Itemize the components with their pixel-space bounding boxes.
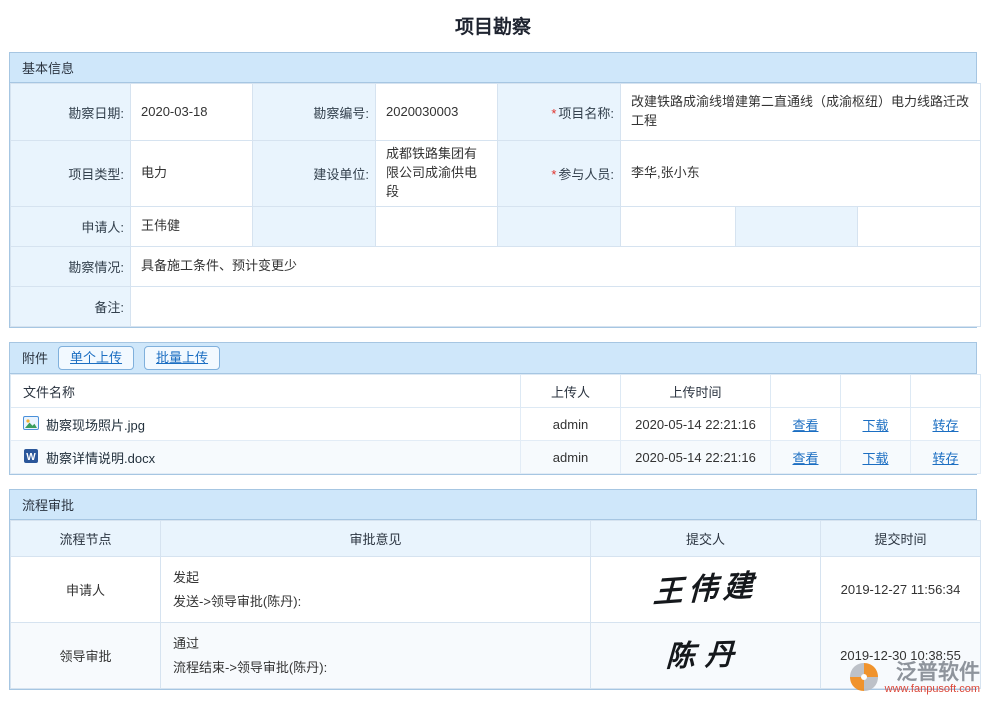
survey-no-label: 勘察编号: bbox=[253, 84, 376, 141]
node-cell: 申请人 bbox=[11, 557, 161, 623]
page-title: 项目勘察 bbox=[9, 0, 977, 52]
col-upload-time: 上传时间 bbox=[621, 375, 771, 408]
opinion-cell: 发起 发送->领导审批(陈丹): bbox=[161, 557, 591, 623]
col-opinion: 审批意见 bbox=[161, 521, 591, 557]
col-action-2 bbox=[841, 375, 911, 408]
empty-label-cell bbox=[736, 206, 858, 246]
transfer-link[interactable]: 转存 bbox=[932, 418, 958, 433]
basic-info-table: 勘察日期: 2020-03-18 勘察编号: 2020030003 *项目名称:… bbox=[10, 83, 981, 327]
empty-label-cell bbox=[498, 206, 621, 246]
col-action-3 bbox=[911, 375, 981, 408]
build-unit-value: 成都铁路集团有限公司成渝供电段 bbox=[376, 141, 498, 207]
submit-time-cell: 2019-12-30 10:38:55 bbox=[821, 623, 981, 689]
empty-label-cell bbox=[253, 206, 376, 246]
survey-no-value: 2020030003 bbox=[376, 84, 498, 141]
empty-value-cell bbox=[376, 206, 498, 246]
build-unit-label: 建设单位: bbox=[253, 141, 376, 207]
survey-date-label: 勘察日期: bbox=[11, 84, 131, 141]
project-survey-page: 项目勘察 基本信息 勘察日期: 2020-03-18 勘察编号: 2020030… bbox=[0, 0, 986, 702]
project-name-label: *项目名称: bbox=[498, 84, 621, 141]
word-file-icon: W bbox=[23, 448, 39, 467]
download-link[interactable]: 下载 bbox=[862, 451, 888, 466]
node-cell: 领导审批 bbox=[11, 623, 161, 689]
survey-date-value: 2020-03-18 bbox=[131, 84, 253, 141]
download-link[interactable]: 下载 bbox=[862, 418, 888, 433]
remark-value bbox=[131, 286, 981, 326]
col-file-name: 文件名称 bbox=[11, 375, 521, 408]
basic-info-panel: 基本信息 勘察日期: 2020-03-18 勘察编号: 2020030003 *… bbox=[9, 52, 977, 328]
approval-header: 流程审批 bbox=[10, 490, 976, 520]
opinion-line2: 发送->领导审批(陈丹): bbox=[173, 594, 578, 610]
empty-value-cell bbox=[621, 206, 736, 246]
attachment-row: 勘察现场照片.jpg admin 2020-05-14 22:21:16 查看 … bbox=[11, 408, 981, 441]
participants-label: *参与人员: bbox=[498, 141, 621, 207]
view-link[interactable]: 查看 bbox=[792, 451, 818, 466]
file-name[interactable]: 勘察详情说明.docx bbox=[46, 448, 155, 467]
approval-title: 流程审批 bbox=[22, 495, 74, 514]
view-link[interactable]: 查看 bbox=[792, 418, 818, 433]
applicant-value: 王伟健 bbox=[131, 206, 253, 246]
approval-row: 申请人 发起 发送->领导审批(陈丹): 王伟建 2019-12-27 11:5… bbox=[11, 557, 981, 623]
empty-value-cell bbox=[858, 206, 981, 246]
approval-row: 领导审批 通过 流程结束->领导审批(陈丹): 陈丹 2019-12-30 10… bbox=[11, 623, 981, 689]
single-upload-button[interactable]: 单个上传 bbox=[58, 346, 134, 371]
file-name[interactable]: 勘察现场照片.jpg bbox=[46, 415, 145, 434]
opinion-cell: 通过 流程结束->领导审批(陈丹): bbox=[161, 623, 591, 689]
attachments-table: 文件名称 上传人 上传时间 勘察现场照片.jpg admin 202 bbox=[10, 374, 981, 474]
signature: 陈丹 bbox=[666, 640, 745, 672]
upload-time-cell: 2020-05-14 22:21:16 bbox=[621, 441, 771, 474]
submit-time-cell: 2019-12-27 11:56:34 bbox=[821, 557, 981, 623]
project-name-value: 改建铁路成渝线增建第二直通线（成渝枢纽）电力线路迁改工程 bbox=[621, 84, 981, 141]
transfer-link[interactable]: 转存 bbox=[932, 451, 958, 466]
upload-time-cell: 2020-05-14 22:21:16 bbox=[621, 408, 771, 441]
basic-info-title: 基本信息 bbox=[22, 58, 74, 77]
batch-upload-button[interactable]: 批量上传 bbox=[144, 346, 220, 371]
project-type-label: 项目类型: bbox=[11, 141, 131, 207]
col-node: 流程节点 bbox=[11, 521, 161, 557]
uploader-cell: admin bbox=[521, 408, 621, 441]
situation-value: 具备施工条件、预计变更少 bbox=[131, 246, 981, 286]
image-file-icon bbox=[23, 415, 39, 434]
svg-text:W: W bbox=[26, 452, 36, 463]
applicant-label: 申请人: bbox=[11, 206, 131, 246]
col-action-1 bbox=[771, 375, 841, 408]
attachments-header: 附件 单个上传 批量上传 bbox=[10, 343, 976, 375]
col-submitter: 提交人 bbox=[591, 521, 821, 557]
opinion-line1: 通过 bbox=[173, 636, 578, 652]
signature: 王伟建 bbox=[653, 571, 759, 608]
opinion-line1: 发起 bbox=[173, 570, 578, 586]
situation-label: 勘察情况: bbox=[11, 246, 131, 286]
approval-panel: 流程审批 流程节点 审批意见 提交人 提交时间 申请人 发起 发送->领导审批(… bbox=[9, 489, 977, 690]
required-asterisk: * bbox=[551, 167, 556, 182]
attachment-row: W 勘察详情说明.docx admin 2020-05-14 22:21:16 … bbox=[11, 441, 981, 474]
attachments-title: 附件 bbox=[22, 348, 48, 367]
required-asterisk: * bbox=[551, 106, 556, 121]
remark-label: 备注: bbox=[11, 286, 131, 326]
attachments-panel: 附件 单个上传 批量上传 文件名称 上传人 上传时间 bbox=[9, 342, 977, 476]
basic-info-header: 基本信息 bbox=[10, 53, 976, 83]
opinion-line2: 流程结束->领导审批(陈丹): bbox=[173, 660, 578, 676]
col-uploader: 上传人 bbox=[521, 375, 621, 408]
col-submit-time: 提交时间 bbox=[821, 521, 981, 557]
uploader-cell: admin bbox=[521, 441, 621, 474]
approval-table: 流程节点 审批意见 提交人 提交时间 申请人 发起 发送->领导审批(陈丹): … bbox=[10, 520, 981, 689]
participants-value: 李华,张小东 bbox=[621, 141, 981, 207]
project-type-value: 电力 bbox=[131, 141, 253, 207]
